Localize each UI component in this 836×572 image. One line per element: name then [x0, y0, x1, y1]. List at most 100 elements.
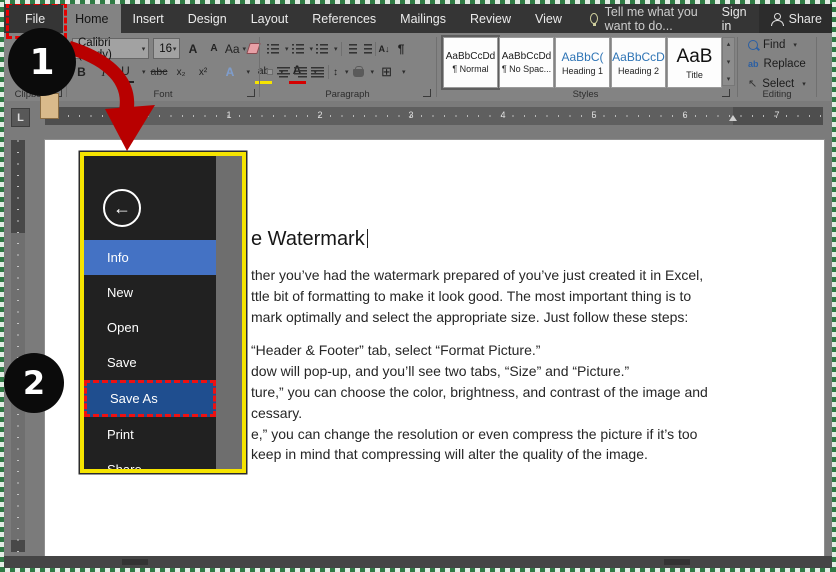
- paragraph-dialog-launcher[interactable]: [423, 89, 431, 97]
- backstage-gray-panel: [216, 156, 242, 469]
- share-button[interactable]: Share: [759, 4, 832, 33]
- status-bar-segment: [664, 559, 690, 565]
- style-name: Heading 2: [618, 66, 659, 76]
- tell-me-box[interactable]: Tell me what you want to do...: [590, 4, 710, 33]
- find-button[interactable]: Find ▾: [748, 39, 797, 51]
- line-spacing-icon[interactable]: ↕: [333, 67, 338, 78]
- chevron-down-icon: ▾: [371, 68, 375, 76]
- style-preview: AaBbCcD: [612, 50, 665, 64]
- grow-font-button[interactable]: A: [184, 38, 201, 59]
- paragraph-line: ttle bit of formatting to make it look g…: [251, 286, 731, 307]
- ruler-number: 5: [588, 110, 600, 120]
- chevron-down-icon: ▾: [402, 68, 406, 76]
- word-window: File Home Insert Design Layout Reference…: [0, 0, 836, 572]
- ruler-number: 6: [679, 110, 691, 120]
- ruler-number: 4: [497, 110, 509, 120]
- shading-icon[interactable]: [353, 69, 364, 77]
- align-right-icon[interactable]: [294, 67, 307, 78]
- tell-me-label: Tell me what you want to do...: [605, 5, 710, 33]
- select-label: Select: [762, 78, 794, 90]
- chevron-down-icon: ▾: [310, 45, 314, 53]
- paragraph-line: ture,” you can choose the color, brightn…: [251, 382, 731, 403]
- menu-item-print[interactable]: Print: [84, 417, 216, 452]
- chevron-down-icon: ▾: [173, 45, 177, 53]
- multilevel-list-icon[interactable]: [316, 44, 328, 54]
- style-preview: AaBbCcDd: [502, 51, 551, 62]
- borders-icon[interactable]: ⊞: [378, 62, 395, 82]
- menu-item-share[interactable]: Share: [84, 452, 216, 469]
- chevron-down-icon: ▾: [243, 45, 247, 53]
- style-name: ¶ Normal: [452, 64, 488, 74]
- paragraph-line: keep in mind that compressing will alter…: [251, 444, 731, 465]
- tab-stop-selector[interactable]: L: [11, 108, 30, 127]
- tab-insert[interactable]: Insert: [121, 4, 176, 33]
- tab-mailings[interactable]: Mailings: [388, 4, 458, 33]
- paragraph-line: cessary.: [251, 403, 731, 424]
- tab-view[interactable]: View: [523, 4, 574, 33]
- right-indent-marker[interactable]: [729, 115, 737, 121]
- tab-review[interactable]: Review: [458, 4, 523, 33]
- increase-indent-icon[interactable]: [360, 44, 372, 54]
- selection-border-left: [0, 0, 4, 572]
- styles-gallery-scroll[interactable]: ▴ ▾ ▾: [722, 37, 735, 86]
- ribbon-tab-bar: File Home Insert Design Layout Reference…: [4, 4, 832, 33]
- style-heading1[interactable]: AaBbC( Heading 1: [555, 37, 610, 88]
- sort-icon[interactable]: A↓: [379, 44, 390, 54]
- vertical-ruler[interactable]: [11, 140, 25, 552]
- align-left-button[interactable]: [267, 69, 273, 75]
- menu-item-open[interactable]: Open: [84, 310, 216, 345]
- tab-home[interactable]: Home: [63, 4, 120, 33]
- replace-button[interactable]: ab Replace: [748, 58, 806, 70]
- tab-design[interactable]: Design: [176, 4, 239, 33]
- person-icon: [771, 13, 783, 24]
- chevron-down-icon: ▾: [802, 80, 806, 88]
- subscript-button[interactable]: x₂: [173, 62, 190, 82]
- style-name: Title: [686, 70, 703, 80]
- status-bar-segment: [122, 559, 148, 565]
- selection-border-top: [0, 0, 836, 4]
- document-title-fragment: e Watermark: [251, 228, 731, 251]
- text-effects-button[interactable]: A: [222, 62, 239, 82]
- text-cursor: [367, 229, 368, 248]
- show-hide-pilcrow-button[interactable]: ¶: [393, 38, 410, 59]
- styles-group-label: Styles: [437, 89, 734, 100]
- paragraph-line: dow will pop-up, and you’ll see two tabs…: [251, 361, 731, 382]
- align-center-icon[interactable]: [277, 67, 290, 78]
- numbering-icon[interactable]: [292, 44, 304, 54]
- chevron-down-icon: ▾: [247, 68, 251, 76]
- shrink-font-button[interactable]: A: [205, 38, 222, 59]
- scroll-down-icon[interactable]: ▾: [727, 58, 731, 66]
- tab-references[interactable]: References: [300, 4, 388, 33]
- menu-item-info[interactable]: Info: [84, 240, 216, 275]
- selection-border-bottom: [0, 568, 836, 572]
- paragraph-line: mark optimally and select the appropriat…: [251, 307, 731, 328]
- superscript-button[interactable]: x²: [195, 62, 212, 82]
- style-name: Heading 1: [562, 66, 603, 76]
- gallery-expand-icon[interactable]: ▾: [727, 75, 731, 83]
- font-dialog-launcher[interactable]: [247, 89, 255, 97]
- menu-item-new[interactable]: New: [84, 275, 216, 310]
- status-bar: [4, 556, 832, 568]
- backstage-menu: ← Info New Open Save Save As Print Share: [84, 156, 216, 469]
- style-normal[interactable]: AaBbCcDd ¶ Normal: [443, 37, 498, 88]
- back-button[interactable]: ←: [103, 189, 141, 227]
- style-heading2[interactable]: AaBbCcD Heading 2: [611, 37, 666, 88]
- tab-layout[interactable]: Layout: [239, 4, 301, 33]
- style-title[interactable]: AaB Title: [667, 37, 722, 88]
- menu-item-save-as[interactable]: Save As: [84, 380, 216, 417]
- justify-icon[interactable]: [311, 67, 324, 78]
- change-case-button[interactable]: Aa▾: [226, 38, 244, 59]
- sign-in-button[interactable]: Sign in: [710, 4, 759, 33]
- bullets-icon[interactable]: [267, 44, 279, 54]
- scroll-up-icon[interactable]: ▴: [727, 40, 731, 48]
- selection-border-right: [832, 0, 836, 572]
- menu-item-save[interactable]: Save: [84, 345, 216, 380]
- decrease-indent-icon[interactable]: [345, 44, 357, 54]
- style-preview: AaBbCcDd: [446, 51, 495, 62]
- document-text[interactable]: e Watermark ther you’ve had the watermar…: [251, 228, 731, 465]
- back-arrow-icon: ←: [113, 198, 131, 219]
- style-no-spacing[interactable]: AaBbCcDd ¶ No Spac...: [499, 37, 554, 88]
- ruler-number: 1: [223, 110, 235, 120]
- chevron-down-icon: ▾: [345, 68, 349, 76]
- styles-dialog-launcher[interactable]: [722, 89, 730, 97]
